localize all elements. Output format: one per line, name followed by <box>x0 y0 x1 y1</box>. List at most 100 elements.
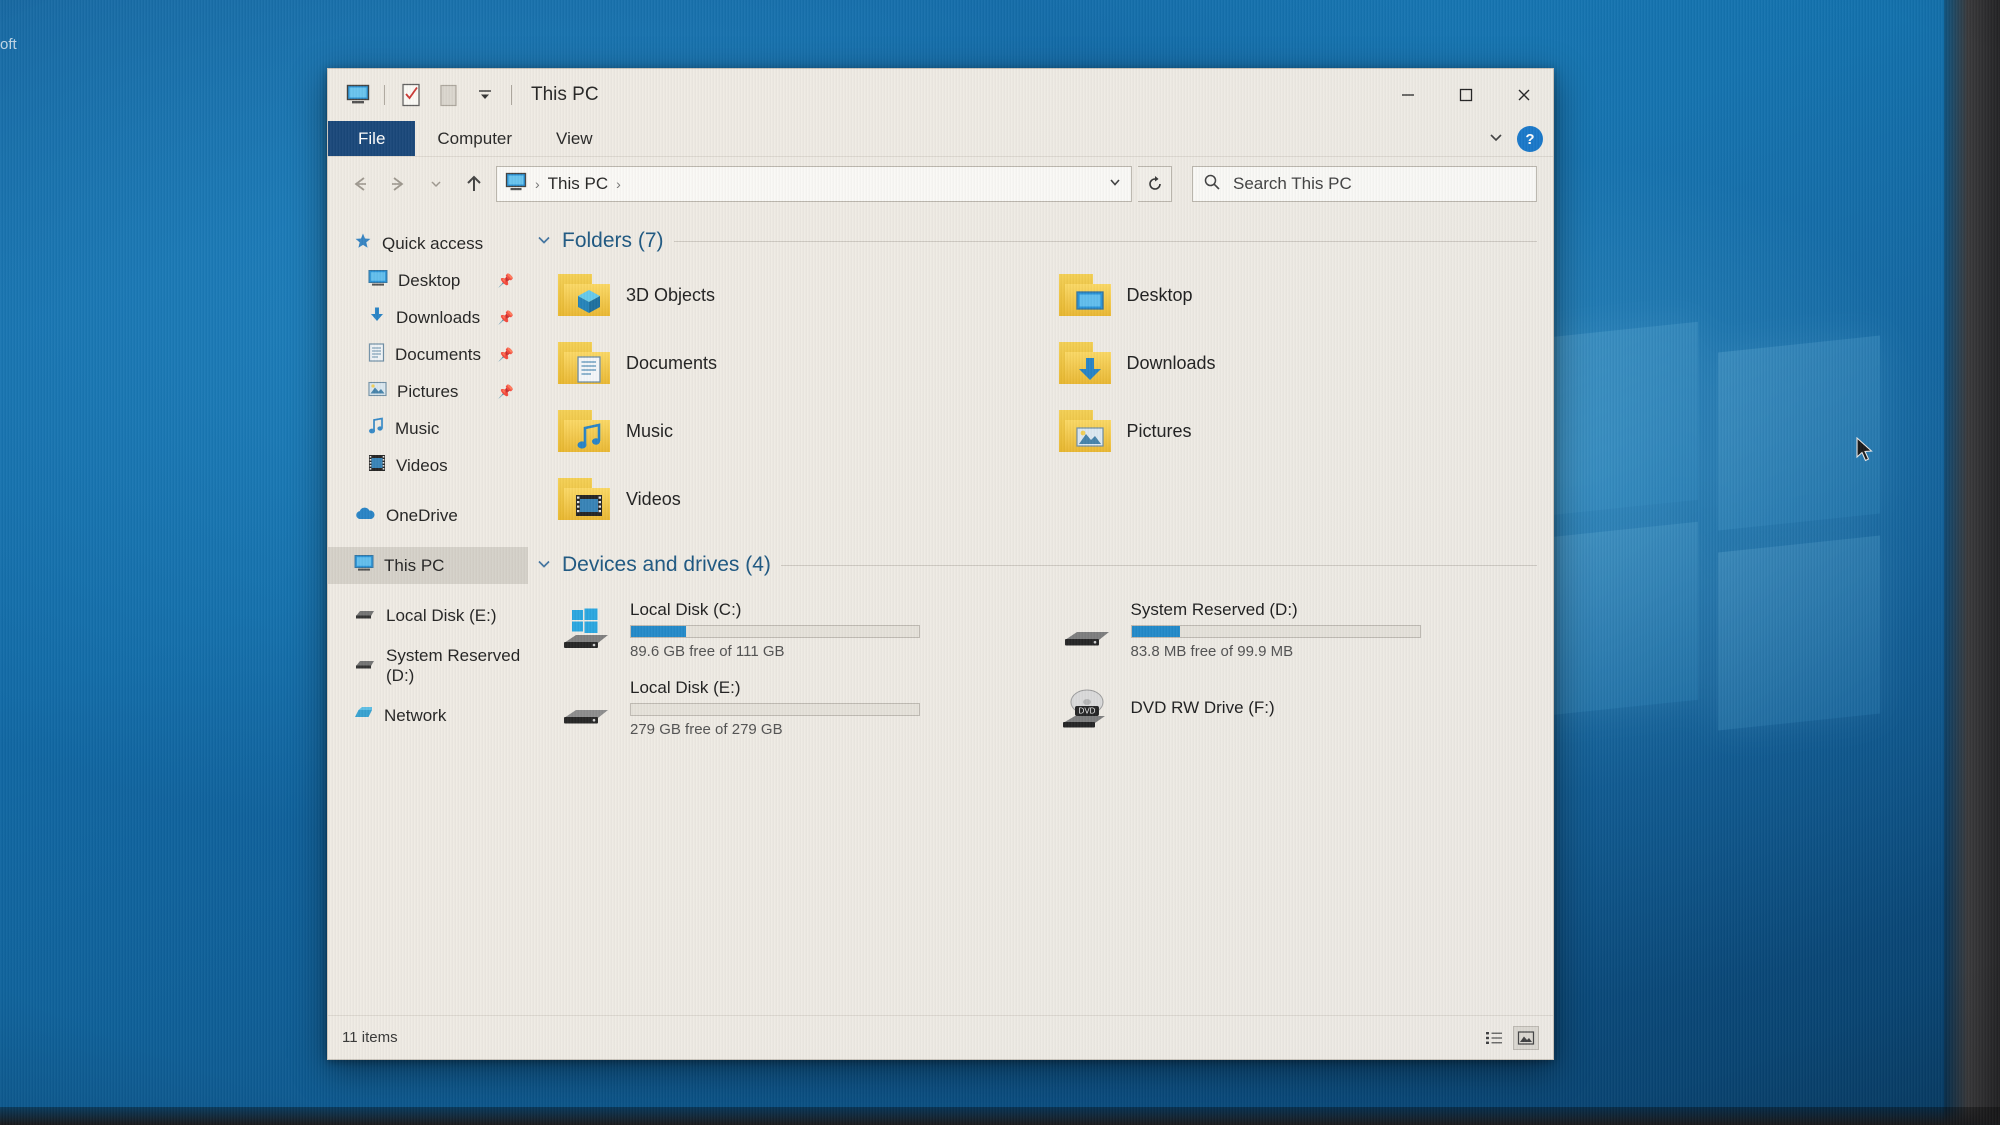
breadcrumb-separator-1: › <box>535 176 540 192</box>
folders-group-header[interactable]: Folders (7) <box>536 229 1537 253</box>
help-button[interactable]: ? <box>1517 126 1543 152</box>
pin-icon[interactable]: 📌 <box>498 310 514 326</box>
folder-item-desktop[interactable]: Desktop <box>1037 261 1538 329</box>
pictures-icon <box>368 381 387 403</box>
chevron-down-icon[interactable] <box>536 233 552 250</box>
drive-item-dvd-rw-f[interactable]: DVD DVD RW Drive (F:) <box>1037 669 1538 747</box>
maximize-button[interactable] <box>1437 69 1495 121</box>
minimize-button[interactable] <box>1379 69 1437 121</box>
folders-group-title: Folders (7) <box>562 229 664 252</box>
toolbar-divider <box>384 85 385 105</box>
network-icon <box>354 705 374 727</box>
tab-view[interactable]: View <box>534 121 615 156</box>
group-divider <box>673 240 1537 242</box>
sidebar-item-label: Local Disk (E:) <box>386 605 497 625</box>
folder-item-pictures[interactable]: Pictures <box>1037 397 1538 465</box>
folder-item-3d-objects[interactable]: 3D Objects <box>536 261 1037 329</box>
mouse-pointer-icon <box>1856 436 1874 463</box>
refresh-button[interactable] <box>1138 166 1172 202</box>
pin-icon[interactable]: 📌 <box>498 273 514 289</box>
drive-info: DVD RW Drive (F:) <box>1131 698 1275 718</box>
sidebar-item-label: Network <box>384 705 447 725</box>
window-controls <box>1379 69 1553 121</box>
sidebar-item-documents[interactable]: Documents 📌 <box>328 336 528 373</box>
large-icons-view-icon[interactable] <box>1513 1025 1539 1050</box>
sidebar-item-music[interactable]: Music <box>328 410 528 447</box>
drives-group-title: Devices and drives (4) <box>562 553 771 576</box>
status-bar: 11 items <box>328 1015 1553 1059</box>
folder-label: Documents <box>626 352 718 373</box>
folder-downloads-icon <box>1058 340 1113 386</box>
window-body: Quick access Desktop 📌 Downloads 📌 Docum… <box>328 211 1553 1015</box>
drive-icon <box>558 685 616 731</box>
sidebar-item-pictures[interactable]: Pictures 📌 <box>328 373 528 410</box>
breadcrumb-this-pc[interactable]: This PC <box>548 174 608 194</box>
windows-drive-icon <box>558 607 616 653</box>
pin-icon[interactable]: 📌 <box>498 347 514 363</box>
folder-item-videos[interactable]: Videos <box>536 465 1037 533</box>
forward-button[interactable] <box>382 168 414 200</box>
drives-group-header[interactable]: Devices and drives (4) <box>536 553 1537 577</box>
ribbon-right-controls: ? <box>1487 121 1543 157</box>
back-button[interactable] <box>344 168 376 200</box>
folder-item-music[interactable]: Music <box>536 397 1037 465</box>
breadcrumb-separator-2[interactable]: › <box>616 176 621 192</box>
new-folder-icon[interactable] <box>434 81 462 109</box>
sidebar-item-this-pc[interactable]: This PC <box>328 547 528 584</box>
drive-item-local-disk-e[interactable]: Local Disk (E:) 279 GB free of 279 GB <box>536 669 1037 747</box>
file-explorer-window: This PC File Computer View ? › This PC ›… <box>327 68 1554 1060</box>
navigation-pane: Quick access Desktop 📌 Downloads 📌 Docum… <box>328 211 528 1015</box>
this-pc-icon[interactable] <box>344 81 372 109</box>
up-button[interactable] <box>458 168 490 200</box>
sidebar-item-videos[interactable]: Videos <box>328 447 528 484</box>
sidebar-item-downloads[interactable]: Downloads 📌 <box>328 299 528 336</box>
drive-icon <box>354 656 376 676</box>
properties-icon[interactable] <box>397 81 425 109</box>
sidebar-item-system-reserved-d[interactable]: System Reserved (D:) <box>328 646 528 685</box>
drive-icon <box>1059 607 1117 653</box>
details-view-icon[interactable] <box>1481 1026 1507 1050</box>
this-pc-icon <box>505 172 527 197</box>
sidebar-item-label: Music <box>395 418 440 438</box>
music-icon <box>368 417 385 440</box>
customize-dropdown-icon[interactable] <box>471 81 499 109</box>
sidebar-item-quick-access[interactable]: Quick access <box>328 225 528 262</box>
sidebar-item-local-disk-e[interactable]: Local Disk (E:) <box>328 597 528 634</box>
document-icon <box>368 342 385 367</box>
search-icon <box>1203 173 1221 196</box>
drive-item-system-reserved-d[interactable]: System Reserved (D:) 83.8 MB free of 99.… <box>1037 591 1538 669</box>
recent-locations-icon[interactable] <box>420 168 452 200</box>
folder-music-icon <box>558 408 612 454</box>
videos-icon <box>368 454 386 477</box>
folder-item-documents[interactable]: Documents <box>536 329 1037 397</box>
address-input[interactable]: › This PC › <box>496 166 1132 202</box>
drive-info: Local Disk (C:) 89.6 GB free of 111 GB <box>630 600 920 660</box>
folder-label: Desktop <box>1126 284 1193 305</box>
sidebar-item-onedrive[interactable]: OneDrive <box>328 497 528 534</box>
drive-info: Local Disk (E:) 279 GB free of 279 GB <box>630 678 920 738</box>
chevron-down-icon[interactable] <box>1487 130 1505 149</box>
desktop-icon <box>368 269 388 292</box>
tab-computer[interactable]: Computer <box>415 121 534 156</box>
sidebar-item-desktop[interactable]: Desktop 📌 <box>328 262 528 299</box>
folder-item-downloads[interactable]: Downloads <box>1037 329 1538 397</box>
toolbar-divider-2 <box>511 85 512 105</box>
sidebar-item-label: This PC <box>384 555 445 575</box>
title-bar: This PC <box>328 69 1553 121</box>
view-mode-buttons <box>1481 1025 1539 1050</box>
drive-free-space: 83.8 MB free of 99.9 MB <box>1130 643 1294 660</box>
close-button[interactable] <box>1495 69 1553 121</box>
star-pin-icon <box>354 232 372 255</box>
tab-file[interactable]: File <box>328 121 416 156</box>
chevron-down-icon[interactable] <box>536 557 552 574</box>
drive-item-local-disk-c[interactable]: Local Disk (C:) 89.6 GB free of 111 GB <box>536 591 1037 669</box>
search-input[interactable]: Search This PC <box>1192 166 1537 202</box>
drive-icon <box>354 606 376 626</box>
drives-tile-grid: Local Disk (C:) 89.6 GB free of 111 GB S… <box>536 585 1537 747</box>
sidebar-item-network[interactable]: Network <box>328 697 528 734</box>
address-dropdown-icon[interactable] <box>1107 174 1123 195</box>
pin-icon[interactable]: 📌 <box>498 384 514 400</box>
